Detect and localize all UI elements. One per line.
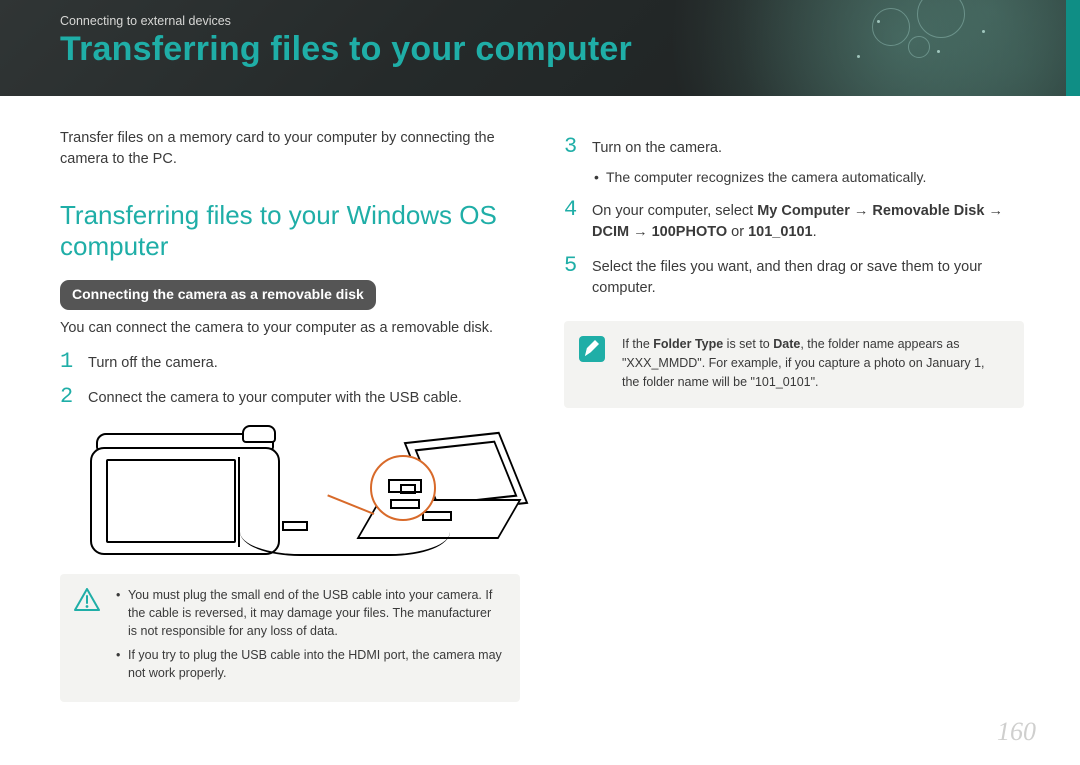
info-note: If the Folder Type is set to Date, the f…: [564, 321, 1024, 407]
page-number: 160: [997, 717, 1036, 747]
step-text: Turn on the camera.: [592, 140, 722, 156]
step-3: 3 Turn on the camera. The computer recog…: [564, 138, 1024, 187]
step-text: Turn off the camera.: [88, 353, 520, 374]
step-1: 1 Turn off the camera.: [60, 353, 520, 374]
subsection-pill: Connecting the camera as a removable dis…: [60, 280, 376, 309]
caution-icon: [74, 586, 100, 689]
usb-connection-illustration: [70, 423, 510, 558]
subsection-note: You can connect the camera to your compu…: [60, 318, 520, 339]
callout-circle: [370, 455, 436, 521]
header-accent-bar: [1066, 0, 1080, 96]
step-sub-bullet: The computer recognizes the camera autom…: [592, 167, 1024, 187]
pen-icon: [578, 335, 606, 391]
step-number: 2: [60, 386, 74, 408]
right-column: 3 Turn on the camera. The computer recog…: [564, 128, 1024, 702]
step-text: On your computer, select My Computer → R…: [592, 201, 1024, 243]
caution-item: You must plug the small end of the USB c…: [116, 586, 502, 640]
step-4: 4 On your computer, select My Computer →…: [564, 201, 1024, 243]
caution-item: If you try to plug the USB cable into th…: [116, 646, 502, 682]
intro-text: Transfer files on a memory card to your …: [60, 128, 520, 170]
step-number: 4: [564, 199, 578, 221]
step-number: 5: [564, 255, 578, 277]
content-area: Transfer files on a memory card to your …: [0, 96, 1080, 702]
caution-note: You must plug the small end of the USB c…: [60, 574, 520, 703]
page-header: Connecting to external devices Transferr…: [0, 0, 1080, 96]
caution-list: You must plug the small end of the USB c…: [116, 586, 502, 689]
section-heading: Transferring files to your Windows OS co…: [60, 200, 520, 262]
step-number: 3: [564, 136, 578, 158]
step-number: 1: [60, 351, 74, 373]
info-text: If the Folder Type is set to Date, the f…: [622, 335, 1002, 391]
step-text: Connect the camera to your computer with…: [88, 388, 520, 409]
left-column: Transfer files on a memory card to your …: [60, 128, 520, 702]
step-5: 5 Select the files you want, and then dr…: [564, 257, 1024, 299]
step-text: Select the files you want, and then drag…: [592, 257, 1024, 299]
step-2: 2 Connect the camera to your computer wi…: [60, 388, 520, 409]
